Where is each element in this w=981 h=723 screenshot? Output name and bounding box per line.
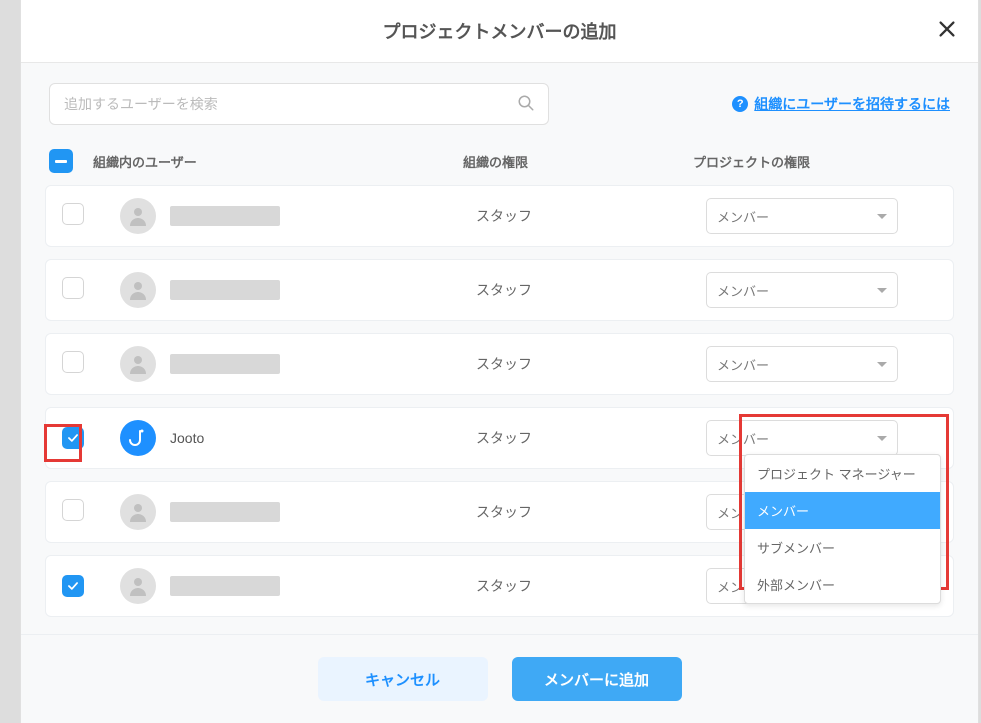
dropdown-option[interactable]: プロジェクト マネージャー — [745, 455, 940, 492]
row-checkbox[interactable] — [62, 351, 84, 373]
org-permission: スタッフ — [476, 354, 706, 374]
row-checkbox[interactable] — [62, 575, 84, 597]
org-permission: スタッフ — [476, 280, 706, 300]
indeterminate-icon — [55, 160, 67, 163]
user-row: スタッフメンバー — [45, 333, 954, 395]
org-permission: スタッフ — [476, 428, 706, 448]
modal-footer: キャンセル メンバーに追加 — [21, 634, 978, 723]
row-checkbox[interactable] — [62, 499, 84, 521]
row-checkbox[interactable] — [62, 427, 84, 449]
project-role-select[interactable]: メンバー — [706, 272, 898, 308]
user-name: Jooto — [170, 430, 204, 446]
project-role-select[interactable]: メンバー — [706, 346, 898, 382]
project-role-value: メンバー — [717, 281, 769, 300]
chevron-down-icon — [877, 436, 887, 441]
invite-link-label: 組織にユーザーを招待するには — [754, 94, 950, 114]
chevron-down-icon — [877, 288, 887, 293]
user-name-redacted — [170, 502, 280, 522]
user-name-redacted — [170, 354, 280, 374]
avatar — [120, 346, 156, 382]
user-row: スタッフメンバー — [45, 185, 954, 247]
row-checkbox[interactable] — [62, 203, 84, 225]
cancel-button[interactable]: キャンセル — [318, 657, 488, 701]
project-role-dropdown[interactable]: プロジェクト マネージャーメンバーサブメンバー外部メンバー — [744, 454, 941, 604]
project-role-value: メンバー — [717, 207, 769, 226]
add-members-button[interactable]: メンバーに追加 — [512, 657, 682, 701]
help-icon: ? — [732, 96, 748, 112]
dropdown-option[interactable]: サブメンバー — [745, 529, 940, 566]
invite-users-link[interactable]: ? 組織にユーザーを招待するには — [732, 94, 950, 114]
close-button[interactable] — [936, 18, 958, 40]
dropdown-option[interactable]: メンバー — [745, 492, 940, 529]
project-role-select[interactable]: メンバー — [706, 420, 898, 456]
user-name-redacted — [170, 576, 280, 596]
search-input[interactable] — [49, 83, 549, 125]
chevron-down-icon — [877, 362, 887, 367]
avatar — [120, 420, 156, 456]
search-box — [49, 83, 549, 125]
user-name-redacted — [170, 280, 280, 300]
column-header-user: 組織内のユーザー — [93, 152, 463, 171]
avatar — [120, 494, 156, 530]
add-member-modal: プロジェクトメンバーの追加 ? 組織にユーザーを招待するには 組織内のユーザー … — [20, 0, 979, 723]
close-icon — [936, 18, 958, 40]
project-role-value: メンバー — [717, 355, 769, 374]
column-header-project: プロジェクトの権限 — [693, 152, 950, 171]
project-role-select[interactable]: メンバー — [706, 198, 898, 234]
dropdown-option[interactable]: 外部メンバー — [745, 566, 940, 603]
search-row: ? 組織にユーザーを招待するには — [21, 63, 978, 135]
user-name-redacted — [170, 206, 280, 226]
chevron-down-icon — [877, 214, 887, 219]
row-checkbox[interactable] — [62, 277, 84, 299]
org-permission: スタッフ — [476, 502, 706, 522]
column-header-org: 組織の権限 — [463, 152, 693, 171]
master-checkbox[interactable] — [49, 149, 73, 173]
search-icon — [517, 94, 535, 112]
user-row: スタッフメンバー — [45, 259, 954, 321]
check-icon — [66, 579, 80, 593]
modal-header: プロジェクトメンバーの追加 — [21, 0, 978, 63]
avatar — [120, 568, 156, 604]
check-icon — [66, 431, 80, 445]
org-permission: スタッフ — [476, 206, 706, 226]
avatar — [120, 198, 156, 234]
avatar — [120, 272, 156, 308]
modal-title: プロジェクトメンバーの追加 — [21, 18, 978, 44]
org-permission: スタッフ — [476, 576, 706, 596]
table-header: 組織内のユーザー 組織の権限 プロジェクトの権限 — [21, 135, 978, 185]
project-role-value: メンバー — [717, 429, 769, 448]
